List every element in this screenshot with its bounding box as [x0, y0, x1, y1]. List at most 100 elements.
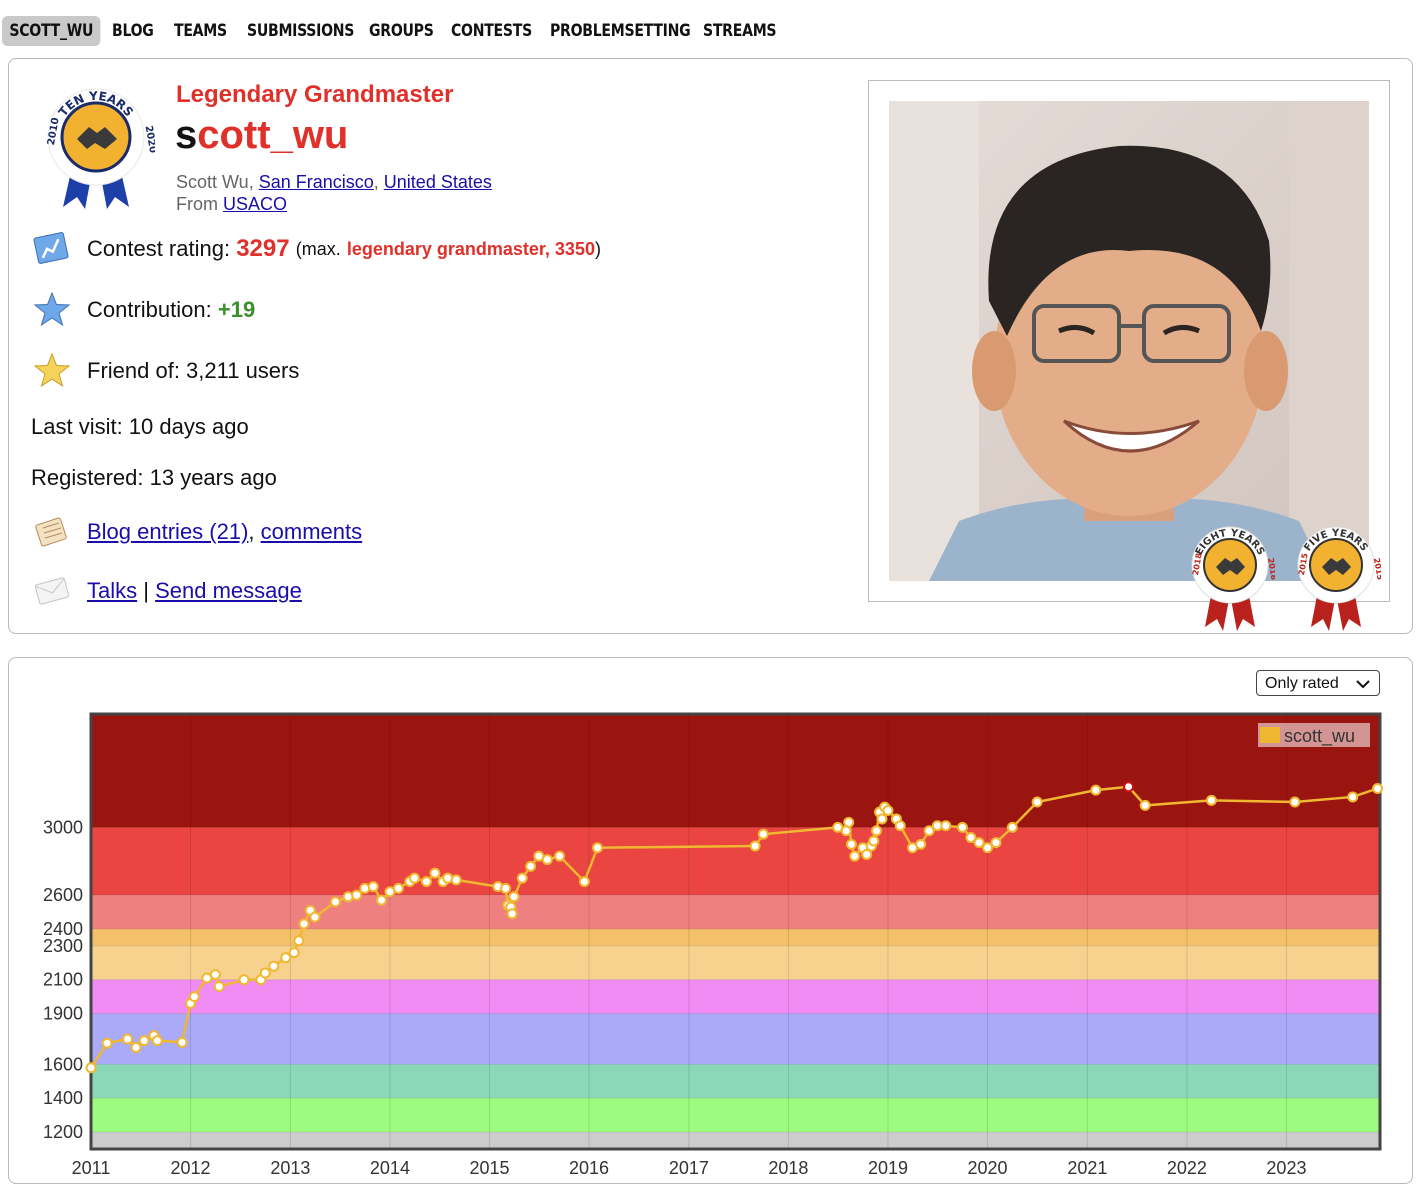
- series-point: [871, 825, 883, 837]
- rating-graph-panel: 1200 1400 1600 1900 2100 2300 2400 2600 3000 2011…: [8, 657, 1413, 1184]
- registered-text: Registered: 13 years ago: [31, 465, 277, 490]
- series-point: [122, 1033, 134, 1045]
- series-point: [151, 1035, 163, 1047]
- top-nav: SCOTT_WU BLOG TEAMS SUBMISSIONS GROUPS C…: [0, 14, 1424, 50]
- series-point: [876, 813, 888, 825]
- series-point: [138, 1035, 150, 1047]
- y-tick-label: 2100: [43, 970, 83, 990]
- x-tick-label: 2011: [72, 1158, 111, 1178]
- x-tick-label: 2014: [370, 1158, 410, 1178]
- series-point: [298, 918, 310, 930]
- comments-link[interactable]: comments: [261, 519, 362, 545]
- series-point: [359, 882, 371, 894]
- series-point: [188, 991, 200, 1003]
- series-point: [578, 876, 590, 888]
- x-tick-label: 2017: [669, 1158, 709, 1178]
- max-suffix: ): [594, 238, 601, 259]
- y-tick-label: 1400: [43, 1088, 83, 1108]
- from-label: From: [176, 194, 218, 214]
- profile-panel: TEN YEARS 2010 2020 Legendary Grandmaste…: [8, 58, 1413, 634]
- contest-rating-row: Contest rating: 3297 (max. legendary gra…: [31, 228, 601, 270]
- talks-link[interactable]: Talks: [87, 578, 137, 604]
- friend-of-row: Friend of: 3,211 users: [31, 350, 299, 392]
- x-tick-label: 2020: [967, 1158, 1007, 1178]
- series-point: [956, 821, 968, 833]
- envelope-icon: [31, 570, 73, 612]
- max-prefix: (max.: [295, 238, 341, 259]
- x-tick-label: 2013: [270, 1158, 310, 1178]
- series-point: [915, 838, 927, 850]
- series-point: [367, 881, 379, 893]
- rated-filter-select[interactable]: Only rated: [1256, 670, 1380, 696]
- nav-item-blog[interactable]: BLOG: [112, 16, 154, 46]
- series-point: [500, 882, 512, 894]
- series-point: [591, 842, 603, 854]
- series-point: [85, 1062, 97, 1074]
- series-point: [375, 894, 387, 906]
- nav-item-contests[interactable]: CONTESTS: [451, 16, 532, 46]
- nav-item-profile[interactable]: SCOTT_WU: [2, 16, 101, 46]
- country-link[interactable]: United States: [384, 172, 492, 192]
- eight-years-medal-icon: EIGHT YEARS 2018 2018: [1191, 526, 1275, 631]
- series-point: [861, 848, 873, 860]
- series-point: [420, 876, 432, 888]
- max-rating-point: [1123, 781, 1135, 793]
- series-point: [342, 891, 354, 903]
- series-point: [508, 891, 520, 903]
- x-tick-label: 2022: [1167, 1158, 1207, 1178]
- max-rank-value: legendary grandmaster, 3350: [346, 238, 595, 259]
- friend-of-text: Friend of: 3,211 users: [87, 358, 300, 383]
- series-point: [849, 850, 861, 862]
- series-point: [288, 947, 300, 959]
- y-tick-label: 2400: [43, 919, 83, 939]
- x-tick-label: 2021: [1067, 1158, 1107, 1178]
- series-point: [973, 837, 985, 849]
- contribution-value: +19: [217, 297, 256, 322]
- series-point: [392, 882, 404, 894]
- y-tick-label: 1200: [43, 1122, 83, 1142]
- nav-item-submissions[interactable]: SUBMISSIONS: [247, 16, 354, 46]
- series-point: [238, 974, 250, 986]
- series-point: [1347, 791, 1359, 803]
- series-point: [280, 952, 292, 964]
- series-point: [1006, 821, 1018, 833]
- y-tick-label: 2600: [43, 885, 83, 905]
- series-point: [209, 969, 221, 981]
- series-point: [506, 908, 518, 920]
- contribution-label: Contribution:: [87, 297, 212, 322]
- series-point: [541, 854, 553, 866]
- series-point: [1205, 794, 1217, 806]
- series-point: [525, 860, 537, 872]
- blog-row: Blog entries (21), comments: [31, 511, 362, 553]
- nav-item-problemsetting[interactable]: PROBLEMSETTING: [550, 16, 691, 46]
- avatar: [889, 101, 1369, 581]
- series-point: [1372, 782, 1384, 794]
- series-point: [1031, 796, 1043, 808]
- y-tick-label: 3000: [43, 817, 83, 837]
- nav-item-streams[interactable]: STREAMS: [703, 16, 777, 46]
- series-point: [749, 840, 761, 852]
- series-point: [309, 911, 321, 923]
- x-tick-label: 2016: [569, 1158, 609, 1178]
- nav-item-groups[interactable]: GROUPS: [369, 16, 434, 46]
- series-point: [329, 896, 341, 908]
- nav-item-teams[interactable]: TEAMS: [174, 16, 227, 46]
- city-link[interactable]: San Francisco: [259, 172, 374, 192]
- organization-link[interactable]: USACO: [223, 194, 287, 214]
- series-point: [101, 1037, 113, 1049]
- blog-entries-link[interactable]: Blog entries (21): [87, 519, 248, 545]
- send-message-link[interactable]: Send message: [155, 578, 302, 604]
- user-rank: Legendary Grandmaster: [176, 81, 454, 108]
- handle-first-letter: s: [175, 113, 198, 157]
- series-point: [408, 872, 420, 884]
- x-tick-label: 2015: [469, 1158, 509, 1178]
- series-point: [516, 872, 528, 884]
- rating-chart: 1200140016001900210023002400260030002011…: [43, 712, 1384, 1178]
- talks-separator: |: [143, 578, 149, 603]
- y-tick-label: 1600: [43, 1054, 83, 1074]
- series-point: [176, 1036, 188, 1048]
- series-point: [757, 828, 769, 840]
- talks-row: Talks | Send message: [31, 570, 302, 612]
- series-point: [1090, 784, 1102, 796]
- rating-graph-icon: [31, 228, 73, 270]
